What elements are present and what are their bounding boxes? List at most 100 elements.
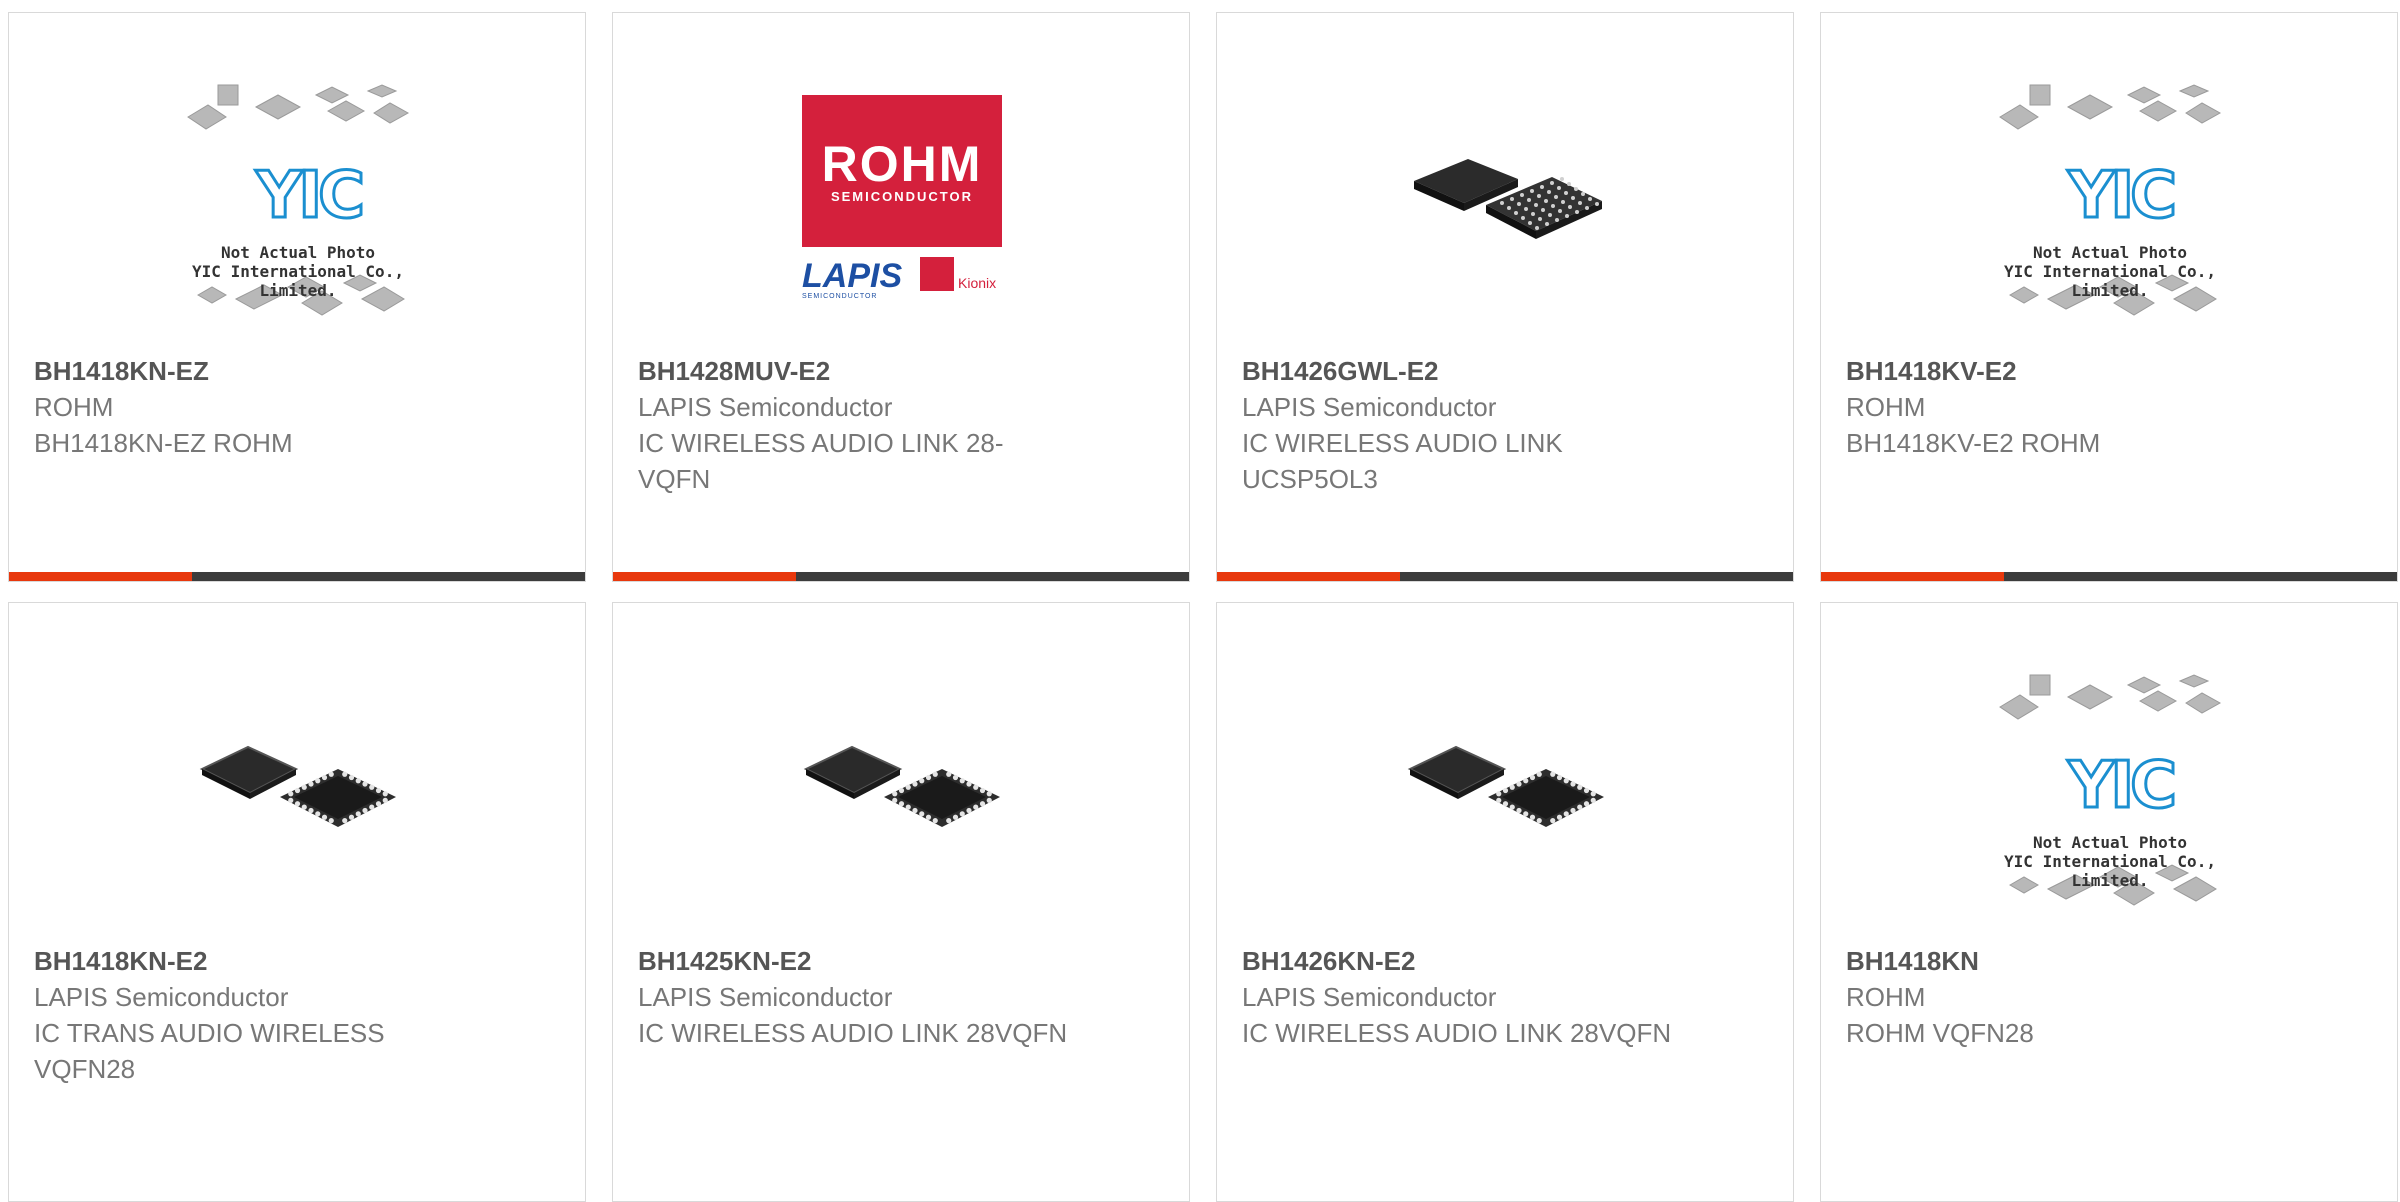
qfn-pad bbox=[1583, 787, 1590, 794]
qfn-pad bbox=[892, 797, 898, 803]
kionix-logo: Kionix bbox=[920, 255, 1002, 295]
qfn-pad bbox=[1509, 784, 1515, 790]
qfn-pad bbox=[288, 791, 294, 797]
company-label: YIC International Co., Limited. bbox=[2004, 262, 2216, 300]
product-image[interactable] bbox=[782, 667, 1022, 907]
bga-ball bbox=[1595, 202, 1599, 206]
card-bottom-bar bbox=[1821, 572, 2397, 581]
part-number[interactable]: BH1426KN-E2 bbox=[1242, 943, 1672, 979]
product-image[interactable]: YIC Not Actual Photo YIC International C… bbox=[178, 77, 418, 317]
qfn-pad bbox=[1556, 774, 1563, 781]
qfn-pad bbox=[328, 818, 334, 824]
product-image[interactable] bbox=[1386, 667, 1626, 907]
product-image[interactable]: YIC Not Actual Photo YIC International C… bbox=[1990, 667, 2230, 907]
bga-ball bbox=[1555, 218, 1559, 222]
part-number[interactable]: BH1418KN-E2 bbox=[34, 943, 464, 979]
rohm-logo-box: ROHM SEMICONDUCTOR bbox=[802, 95, 1002, 247]
qfn-pad bbox=[382, 791, 388, 797]
bga-ball bbox=[1574, 187, 1578, 191]
qfn-pad bbox=[1502, 787, 1509, 794]
qfn-pad bbox=[315, 811, 321, 817]
product-card[interactable]: ROHM SEMICONDUCTOR LAPIS SEMICONDUCTOR K… bbox=[612, 12, 1190, 582]
not-actual-photo-image: YIC Not Actual Photo YIC International C… bbox=[1990, 77, 2230, 317]
bga-ball bbox=[1568, 205, 1572, 209]
product-info: BH1426KN-E2 LAPIS Semiconductor IC WIREL… bbox=[1242, 943, 1672, 1051]
bga-ball bbox=[1538, 217, 1542, 221]
part-number[interactable]: BH1418KN bbox=[1846, 943, 2276, 979]
bga-ball bbox=[1588, 197, 1592, 201]
qfn-pad bbox=[1563, 778, 1569, 784]
part-number[interactable]: BH1428MUV-E2 bbox=[638, 353, 1068, 389]
bga-ball bbox=[1534, 203, 1538, 207]
qfn-pad bbox=[1590, 797, 1596, 803]
qfn-pad bbox=[1550, 771, 1556, 777]
product-image[interactable]: ROHM SEMICONDUCTOR LAPIS SEMICONDUCTOR K… bbox=[782, 77, 1022, 317]
bga-ball bbox=[1550, 181, 1554, 185]
part-number[interactable]: BH1418KV-E2 bbox=[1846, 353, 2276, 389]
qfn-pad bbox=[1496, 791, 1502, 797]
bga-ball bbox=[1578, 201, 1582, 205]
bga-ball bbox=[1541, 208, 1545, 212]
product-card[interactable]: BH1426GWL-E2 LAPIS Semiconductor IC WIRE… bbox=[1216, 12, 1794, 582]
qfn-pad bbox=[932, 771, 938, 777]
qfn-pad bbox=[973, 784, 979, 790]
bga-ball bbox=[1507, 206, 1511, 210]
product-card[interactable]: YIC Not Actual Photo YIC International C… bbox=[1820, 602, 2398, 1202]
not-actual-photo-image: YIC Not Actual Photo YIC International C… bbox=[1990, 667, 2230, 907]
company-label: YIC International Co., Limited. bbox=[192, 262, 404, 300]
qfn-pad bbox=[1523, 811, 1529, 817]
qfn-pad bbox=[288, 797, 294, 803]
bga-ball bbox=[1545, 222, 1549, 226]
product-card[interactable]: BH1418KN-E2 LAPIS Semiconductor IC TRANS… bbox=[8, 602, 586, 1202]
product-info: BH1418KV-E2 ROHM BH1418KV-E2 ROHM bbox=[1846, 353, 2276, 461]
yic-logo: YIC bbox=[254, 158, 366, 235]
product-image[interactable]: YIC Not Actual Photo YIC International C… bbox=[1990, 77, 2230, 317]
product-card[interactable]: YIC Not Actual Photo YIC International C… bbox=[1820, 12, 2398, 582]
qfn-pad bbox=[1502, 801, 1509, 807]
qfn-pad bbox=[1577, 784, 1583, 790]
qfn-pad bbox=[905, 804, 911, 810]
lapis-subtitle: SEMICONDUCTOR bbox=[802, 293, 878, 300]
qfn-pad bbox=[348, 774, 355, 781]
card-bottom-accent bbox=[1821, 572, 2004, 581]
qfn-pad bbox=[1529, 814, 1536, 820]
bga-ball bbox=[1557, 186, 1561, 190]
qfn-pad bbox=[308, 807, 314, 814]
qfn-pad bbox=[1550, 818, 1556, 824]
qfn-pad bbox=[905, 784, 911, 790]
bga-ball bbox=[1517, 202, 1521, 206]
product-image[interactable] bbox=[178, 667, 418, 907]
product-info: BH1418KN-EZ ROHM BH1418KN-EZ ROHM bbox=[34, 353, 464, 461]
part-number[interactable]: BH1425KN-E2 bbox=[638, 943, 1068, 979]
qfn-pad bbox=[355, 778, 361, 784]
qfn-pad bbox=[925, 774, 932, 781]
description: IC WIRELESS AUDIO LINK UCSP5OL3 bbox=[1242, 428, 1563, 494]
qfn-pad bbox=[973, 804, 979, 810]
bga-ball bbox=[1551, 204, 1555, 208]
product-card[interactable]: BH1425KN-E2 LAPIS Semiconductor IC WIREL… bbox=[612, 602, 1190, 1202]
description: ROHM VQFN28 bbox=[1846, 1018, 2034, 1048]
qfn-pad bbox=[1570, 807, 1576, 814]
qfn-pad bbox=[912, 781, 918, 787]
product-card[interactable]: BH1426KN-E2 LAPIS Semiconductor IC WIREL… bbox=[1216, 602, 1794, 1202]
qfn-pad bbox=[369, 784, 375, 790]
not-actual-photo-label: Not Actual Photo bbox=[2032, 243, 2188, 262]
bga-ball bbox=[1540, 185, 1544, 189]
rohm-logo: ROHM SEMICONDUCTOR LAPIS SEMICONDUCTOR K… bbox=[802, 95, 1002, 300]
qfn-pad bbox=[369, 804, 375, 810]
product-card[interactable]: YIC Not Actual Photo YIC International C… bbox=[8, 12, 586, 582]
company-label: YIC International Co., Limited. bbox=[2004, 852, 2216, 890]
product-image[interactable] bbox=[1386, 77, 1626, 317]
manufacturer: ROHM bbox=[1846, 392, 1926, 422]
qfn-pad bbox=[348, 814, 355, 820]
bga-ball bbox=[1554, 195, 1558, 199]
qfn-chip-icon bbox=[803, 745, 1000, 827]
bga-ball bbox=[1524, 207, 1528, 211]
product-info: BH1418KN ROHM ROHM VQFN28 bbox=[1846, 943, 2276, 1051]
product-info: BH1425KN-E2 LAPIS Semiconductor IC WIREL… bbox=[638, 943, 1068, 1051]
part-number[interactable]: BH1426GWL-E2 bbox=[1242, 353, 1672, 389]
qfn-pad bbox=[1516, 807, 1522, 814]
qfn-pad bbox=[919, 811, 925, 817]
qfn-pad bbox=[375, 787, 382, 794]
part-number[interactable]: BH1418KN-EZ bbox=[34, 353, 464, 389]
